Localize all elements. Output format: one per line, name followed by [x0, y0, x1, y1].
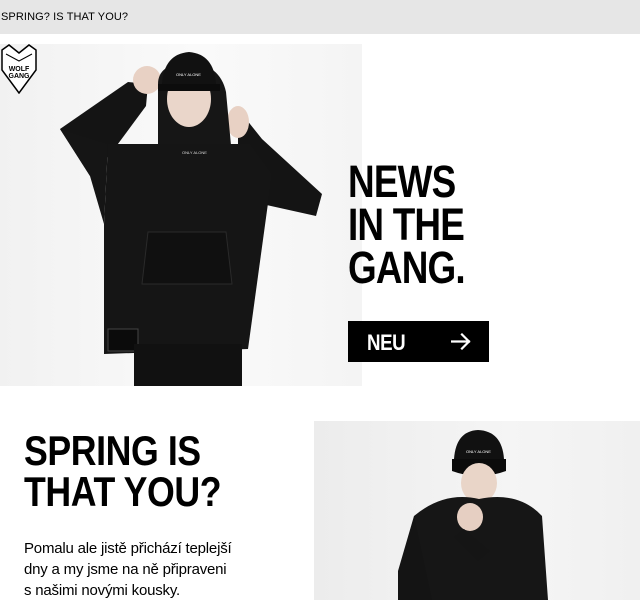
- top-bar: SPRING? IS THAT YOU?: [0, 0, 640, 34]
- body-line-3: s našimi novými kousky.: [24, 582, 180, 599]
- neu-button-label: NEU: [367, 330, 406, 355]
- logo-text-wolf: WOLF: [9, 66, 30, 73]
- hero-headline-line3: GANG.: [348, 242, 466, 293]
- hero-model-figure: ONLY ALONE ONLY ALONE: [60, 52, 322, 386]
- neu-button[interactable]: NEU: [348, 321, 489, 362]
- wolf-gang-logo[interactable]: WOLF GANG: [0, 44, 38, 94]
- body-line-1: Pomalu ale jistě přichází teplejší: [24, 540, 232, 557]
- section-model-figure: ONLY ALONE: [398, 430, 548, 600]
- section-headline-line1: SPRING IS: [24, 427, 201, 474]
- hoodie-print: ONLY ALONE: [182, 150, 207, 155]
- section-headline: SPRING IS THAT YOU?: [24, 427, 222, 515]
- hero-headline-line2: IN THE: [348, 199, 465, 250]
- hero-headline: NEWS IN THE GANG.: [348, 156, 466, 293]
- section-headline-line2: THAT YOU?: [24, 468, 222, 515]
- section-image: ONLY ALONE: [314, 421, 640, 600]
- logo-text-gang: GANG: [9, 73, 31, 80]
- hero-image: ONLY ALONE ONLY ALONE: [0, 44, 362, 386]
- section-body-text: Pomalu ale jistě přichází teplejší dny a…: [24, 538, 264, 601]
- body-line-2: dny a my jsme na ně připraveni: [24, 561, 227, 578]
- arrow-right-icon: [451, 333, 471, 350]
- hero-headline-line1: NEWS: [348, 156, 456, 207]
- cap-print-2: ONLY ALONE: [466, 449, 491, 454]
- cap-print: ONLY ALONE: [176, 72, 201, 77]
- page-title: SPRING? IS THAT YOU?: [1, 11, 129, 23]
